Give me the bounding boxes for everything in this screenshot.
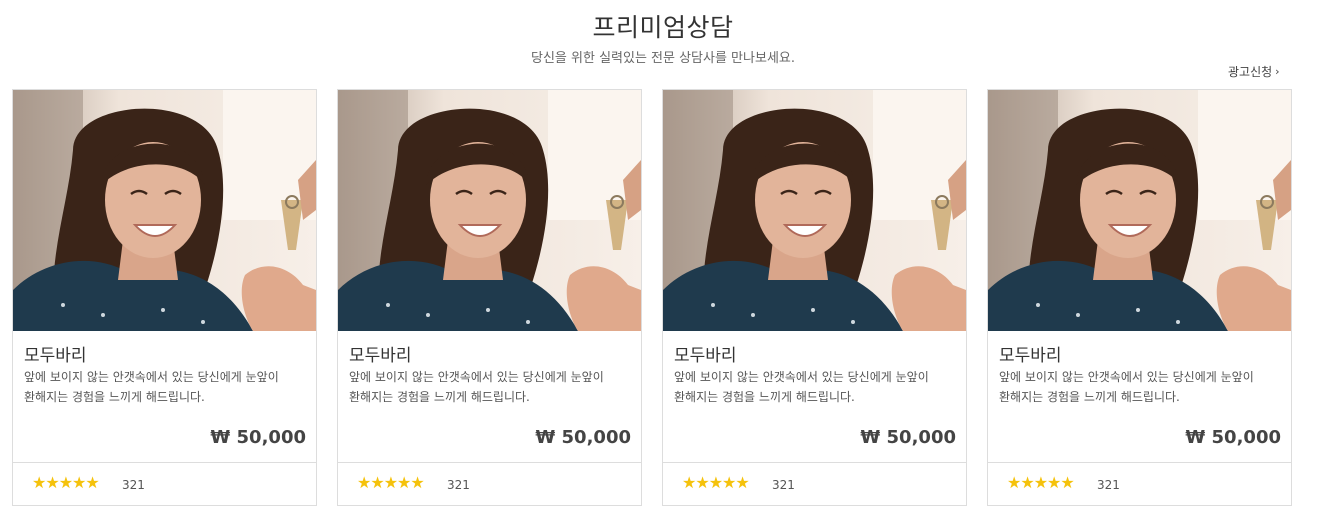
counselor-photo-image <box>663 90 966 331</box>
price: ₩ 50,000 <box>535 427 631 448</box>
counselor-photo[interactable] <box>988 90 1291 331</box>
rating-count: 321 <box>1097 478 1120 492</box>
card-footer: ★★★★★ 321 <box>13 462 316 505</box>
rating-count: 321 <box>122 478 145 492</box>
counselor-description: 앞에 보이지 않는 안갯속에서 있는 당신에게 눈앞이 환해지는 경험을 느끼게… <box>24 370 279 404</box>
counselor-name[interactable]: 모두바리 <box>999 341 1062 366</box>
counselor-photo-image <box>13 90 316 331</box>
section-title: 프리미엄상담 <box>592 13 734 42</box>
rating-stars-icon: ★★★★★ <box>357 473 425 492</box>
counselor-photo-image <box>338 90 641 331</box>
card-footer: ★★★★★ 321 <box>338 462 641 505</box>
counselor-photo[interactable] <box>663 90 966 331</box>
section-subtitle: 당신을 위한 실력있는 전문 상담사를 만나보세요. <box>531 51 795 66</box>
card-body: 모두바리 앞에 보이지 않는 안갯속에서 있는 당신에게 눈앞이 환해지는 경험… <box>13 331 316 462</box>
counselor-description: 앞에 보이지 않는 안갯속에서 있는 당신에게 눈앞이 환해지는 경험을 느끼게… <box>349 370 604 404</box>
counselor-name[interactable]: 모두바리 <box>24 341 87 366</box>
card-footer: ★★★★★ 321 <box>663 462 966 505</box>
rating-count: 321 <box>772 478 795 492</box>
rating-stars-icon: ★★★★★ <box>32 473 100 492</box>
price: ₩ 50,000 <box>1185 427 1281 448</box>
ad-apply-label: 광고신청 <box>1228 65 1273 79</box>
rating-stars-icon: ★★★★★ <box>1007 473 1075 492</box>
counselor-description: 앞에 보이지 않는 안갯속에서 있는 당신에게 눈앞이 환해지는 경험을 느끼게… <box>999 370 1254 404</box>
counselor-name[interactable]: 모두바리 <box>349 341 412 366</box>
chevron-right-icon: › <box>1275 65 1280 78</box>
card-footer: ★★★★★ 321 <box>988 462 1291 505</box>
ad-apply-link[interactable]: 광고신청 › <box>1228 63 1280 80</box>
counselor-description: 앞에 보이지 않는 안갯속에서 있는 당신에게 눈앞이 환해지는 경험을 느끼게… <box>674 370 929 404</box>
counselor-name[interactable]: 모두바리 <box>674 341 737 366</box>
counselor-photo-image <box>988 90 1291 331</box>
price: ₩ 50,000 <box>210 427 306 448</box>
counselor-photo[interactable] <box>13 90 316 331</box>
counselor-card[interactable]: 모두바리 앞에 보이지 않는 안갯속에서 있는 당신에게 눈앞이 환해지는 경험… <box>662 89 967 506</box>
card-body: 모두바리 앞에 보이지 않는 안갯속에서 있는 당신에게 눈앞이 환해지는 경험… <box>663 331 966 462</box>
rating-stars-icon: ★★★★★ <box>682 473 750 492</box>
price: ₩ 50,000 <box>860 427 956 448</box>
counselor-card[interactable]: 모두바리 앞에 보이지 않는 안갯속에서 있는 당신에게 눈앞이 환해지는 경험… <box>987 89 1292 506</box>
counselor-photo[interactable] <box>338 90 641 331</box>
rating-count: 321 <box>447 478 470 492</box>
premium-card-list: 모두바리 앞에 보이지 않는 안갯속에서 있는 당신에게 눈앞이 환해지는 경험… <box>12 89 1312 506</box>
counselor-card[interactable]: 모두바리 앞에 보이지 않는 안갯속에서 있는 당신에게 눈앞이 환해지는 경험… <box>12 89 317 506</box>
card-body: 모두바리 앞에 보이지 않는 안갯속에서 있는 당신에게 눈앞이 환해지는 경험… <box>338 331 641 462</box>
card-body: 모두바리 앞에 보이지 않는 안갯속에서 있는 당신에게 눈앞이 환해지는 경험… <box>988 331 1291 462</box>
counselor-card[interactable]: 모두바리 앞에 보이지 않는 안갯속에서 있는 당신에게 눈앞이 환해지는 경험… <box>337 89 642 506</box>
